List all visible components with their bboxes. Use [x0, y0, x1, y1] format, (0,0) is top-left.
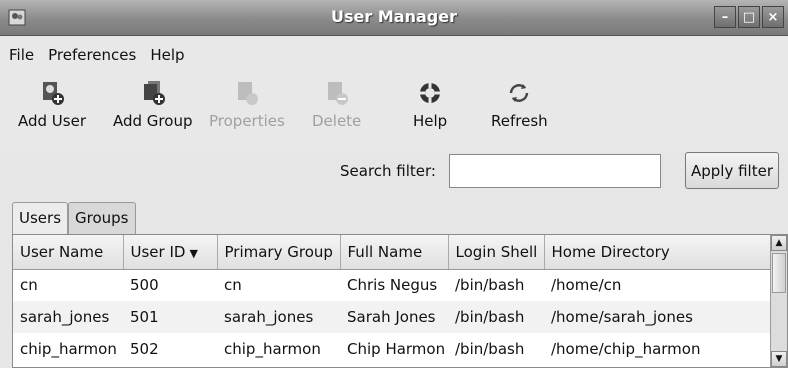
table-row[interactable]: sarah_jones 501 sarah_jones Sarah Jones … — [13, 301, 772, 333]
cell-primary-group: chip_harmon — [224, 340, 321, 358]
search-row: Search filter: Apply filter — [0, 150, 788, 194]
cell-login-shell: /bin/bash — [448, 301, 544, 333]
tab-bar: Users Groups — [12, 202, 136, 236]
scroll-down-icon[interactable]: ▼ — [771, 351, 787, 367]
table-row[interactable]: chip_harmon 502 chip_harmon Chip Harmon … — [13, 333, 772, 365]
column-header-full-name[interactable]: Full Name — [340, 235, 449, 270]
menu-bar: File Preferences Help — [0, 37, 788, 73]
menu-preferences[interactable]: Preferences — [48, 46, 136, 64]
close-icon[interactable]: × — [762, 6, 784, 28]
cell-user-name: cn — [20, 276, 38, 295]
scroll-up-icon[interactable]: ▲ — [771, 235, 787, 251]
add-user-button[interactable]: Add User — [18, 80, 86, 130]
minimize-icon[interactable]: – — [714, 6, 736, 28]
apply-filter-button[interactable]: Apply filter — [685, 152, 779, 189]
tab-groups[interactable]: Groups — [68, 202, 136, 234]
menu-help[interactable]: Help — [150, 46, 184, 64]
delete-button[interactable]: Delete — [312, 80, 361, 130]
tab-users[interactable]: Users — [12, 202, 69, 236]
cell-home-directory: /home/chip_harmon — [551, 340, 701, 358]
cell-user-id: 502 — [130, 340, 159, 358]
cell-login-shell: /bin/bash — [455, 340, 525, 358]
cell-primary-group: cn — [224, 276, 242, 295]
cell-user-name: chip_harmon — [20, 340, 117, 358]
cell-full-name: Sarah Jones — [340, 301, 448, 333]
properties-button[interactable]: Properties — [209, 80, 285, 130]
cell-user-id: 500 — [130, 276, 159, 295]
column-header-home-directory[interactable]: Home Directory — [544, 235, 773, 270]
refresh-button[interactable]: Refresh — [491, 80, 548, 130]
toolbar: Add User Add Group Properties Delete Hel… — [0, 74, 788, 152]
cell-home-directory: /home/sarah_jones — [544, 301, 772, 333]
column-header-primary-group[interactable]: Primary Group — [217, 235, 341, 270]
help-button[interactable]: Help — [413, 80, 447, 130]
maximize-icon[interactable]: □ — [738, 6, 760, 28]
cell-full-name: Chip Harmon — [347, 340, 446, 358]
delete-icon — [327, 82, 348, 105]
scrollbar-thumb[interactable] — [772, 253, 786, 293]
title-bar[interactable]: User Manager – □ × — [0, 0, 788, 36]
cell-full-name: Chris Negus — [347, 276, 438, 295]
cell-home-directory: /home/cn — [551, 276, 622, 295]
column-header-user-name[interactable]: User Name — [13, 235, 124, 270]
menu-file[interactable]: File — [9, 46, 34, 64]
add-user-icon — [43, 82, 64, 105]
cell-primary-group: sarah_jones — [217, 301, 340, 333]
search-filter-label: Search filter: — [340, 162, 436, 180]
users-table: User Name User ID ▼ Primary Group Full Na… — [12, 234, 788, 368]
cell-login-shell: /bin/bash — [455, 276, 525, 295]
column-header-user-id[interactable]: User ID ▼ — [123, 235, 218, 270]
window-title: User Manager — [331, 7, 457, 26]
column-header-login-shell[interactable]: Login Shell — [448, 235, 545, 270]
vertical-scrollbar[interactable]: ▲ ▼ — [770, 235, 787, 367]
properties-icon — [237, 82, 258, 105]
add-group-button[interactable]: Add Group — [113, 80, 192, 130]
table-row[interactable]: cn 500 cn Chris Negus /bin/bash /home/cn — [13, 269, 772, 301]
help-icon — [420, 83, 441, 103]
search-input[interactable] — [449, 154, 661, 188]
cell-user-name: sarah_jones — [13, 301, 123, 333]
refresh-icon — [510, 84, 529, 102]
cell-user-id: 501 — [123, 301, 217, 333]
sort-desc-icon: ▼ — [189, 246, 198, 260]
add-group-icon — [143, 81, 165, 105]
